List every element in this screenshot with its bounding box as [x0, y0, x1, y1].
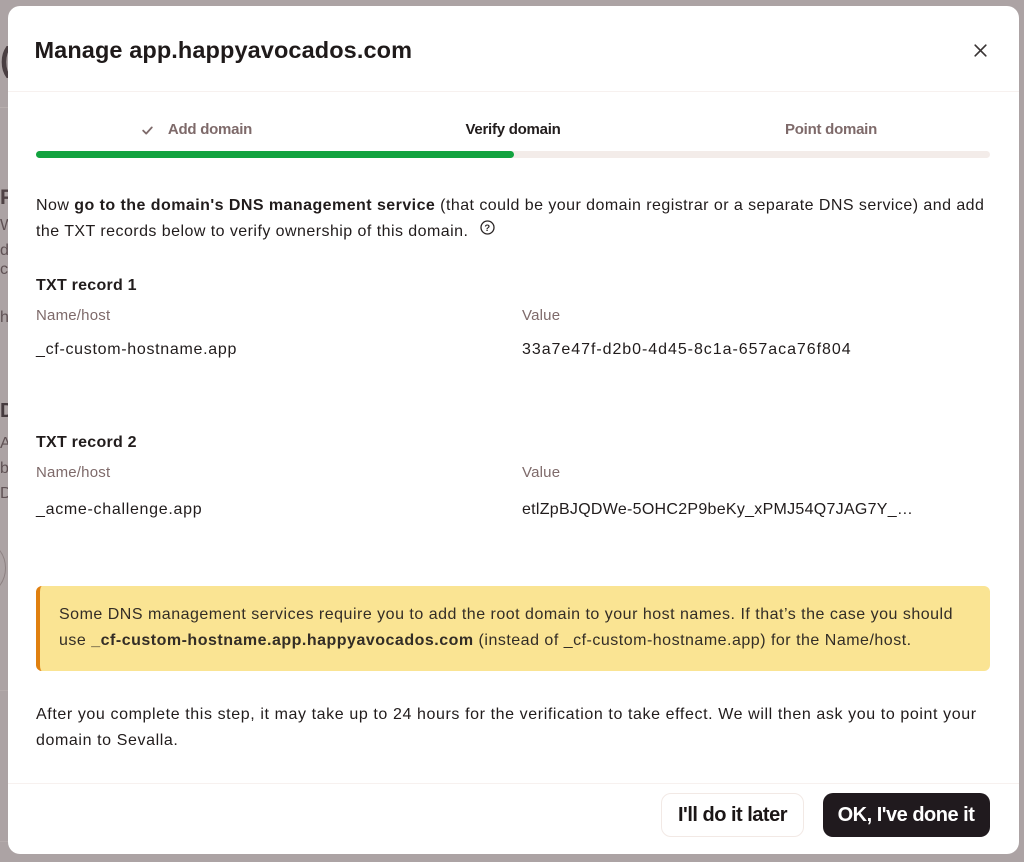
svg-text:?: ?	[485, 223, 491, 234]
